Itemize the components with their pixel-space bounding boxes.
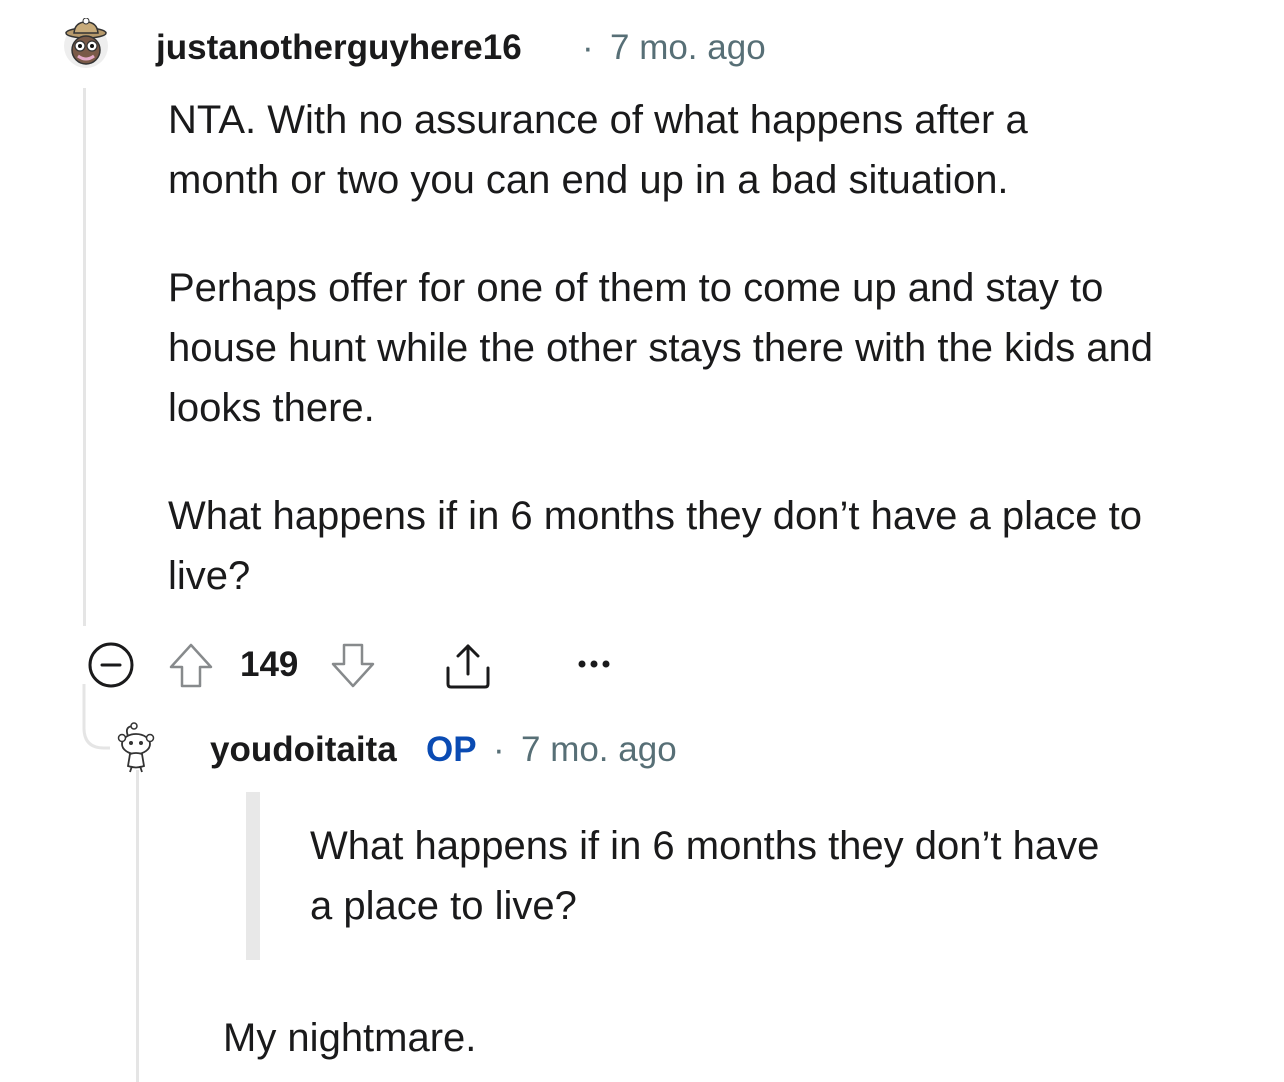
reply-timestamp: 7 mo. ago (521, 730, 677, 769)
thread-line-main[interactable] (83, 88, 86, 626)
reply-username[interactable]: youdoitaita (210, 730, 397, 770)
minus-circle-icon (88, 642, 134, 688)
comment-body: NTA. With no assurance of what happens a… (168, 90, 1228, 606)
op-badge: OP (426, 730, 477, 769)
vote-count: 149 (240, 645, 299, 684)
comment-paragraph: What happens if in 6 months they don’t h… (168, 494, 1142, 598)
thread-line-reply[interactable] (136, 770, 139, 1082)
comment-username[interactable]: justanotherguyhere16 (156, 28, 522, 68)
user-avatar[interactable] (60, 17, 112, 70)
thread-line-branch (82, 684, 110, 750)
comment-separator: · (582, 28, 594, 67)
more-options-button[interactable] (574, 652, 614, 676)
ellipsis-icon (578, 660, 610, 668)
collapse-button[interactable] (86, 640, 136, 690)
snoo-avatar-icon (117, 722, 155, 773)
arrow-up-outline-icon (169, 643, 213, 688)
reply-user-avatar[interactable] (112, 722, 160, 774)
upvote-button[interactable] (166, 640, 216, 690)
reply-blockquote: What happens if in 6 months they don’t h… (310, 824, 1100, 928)
comment-timestamp: 7 mo. ago (610, 28, 766, 67)
arrow-down-outline-icon (331, 643, 375, 688)
reply-separator: · (493, 730, 505, 769)
avatar-illustration-icon (64, 17, 108, 68)
share-button[interactable] (442, 640, 494, 692)
comment-paragraph: NTA. With no assurance of what happens a… (168, 98, 1028, 202)
downvote-button[interactable] (328, 640, 378, 690)
reply-text: My nightmare. (223, 1016, 477, 1060)
comment-paragraph: Perhaps offer for one of them to come up… (168, 266, 1154, 430)
share-upload-icon (446, 644, 490, 689)
blockquote-bar (246, 792, 260, 960)
